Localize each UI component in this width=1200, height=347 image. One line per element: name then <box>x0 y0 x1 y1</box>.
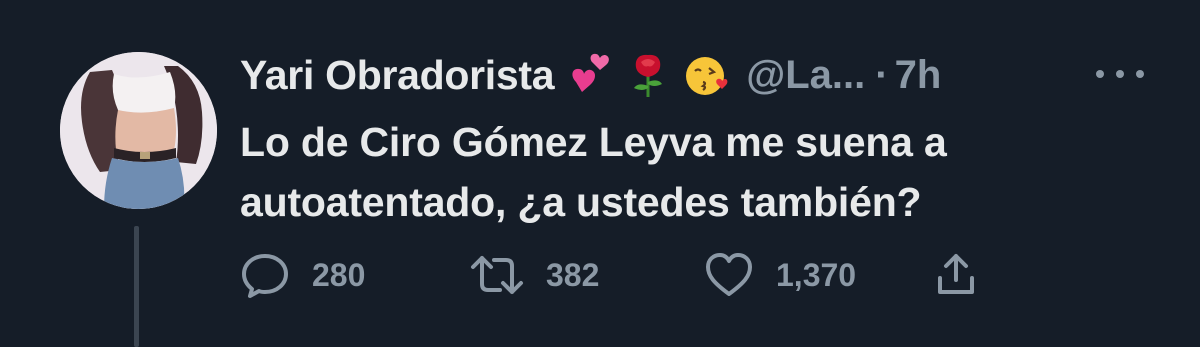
separator-dot: · <box>875 52 889 97</box>
thread-line <box>134 226 139 347</box>
tweet-text-line-1: Lo de Ciro Gómez Leyva me suena a <box>240 119 947 165</box>
reply-icon <box>242 254 288 298</box>
display-name[interactable]: Yari Obradorista <box>240 52 555 99</box>
avatar-image <box>60 52 217 209</box>
dot <box>1136 70 1144 78</box>
dot <box>1116 70 1124 78</box>
share-button[interactable] <box>936 252 976 298</box>
like-count: 1,370 <box>776 256 857 293</box>
share-icon <box>938 254 974 294</box>
tweet-header: Yari Obradorista @La... · 7h <box>240 48 941 102</box>
heart-icon <box>706 253 752 296</box>
tweet-text-line-2: autoatentado, ¿a ustedes también? <box>240 179 922 225</box>
tweet[interactable]: Yari Obradorista @La... · 7h Lo de Ciro … <box>0 0 1200 347</box>
tweet-text: Lo de Ciro Gómez Leyva me suena a autoat… <box>240 112 1140 232</box>
dot <box>1096 70 1104 78</box>
retweet-button[interactable]: 382 <box>470 252 704 298</box>
two-hearts-icon <box>568 52 612 98</box>
retweet-icon <box>471 256 523 294</box>
rose-icon <box>626 52 670 98</box>
reply-count: 280 <box>312 256 366 293</box>
avatar[interactable] <box>60 52 217 209</box>
timestamp[interactable]: 7h <box>895 53 942 98</box>
more-options-icon[interactable] <box>1096 62 1144 86</box>
reply-button[interactable]: 280 <box>240 252 470 298</box>
user-handle[interactable]: @La... <box>746 53 865 98</box>
retweet-count: 382 <box>546 256 600 293</box>
action-bar: 280 382 1,370 <box>240 248 976 302</box>
like-button[interactable]: 1,370 <box>704 252 936 298</box>
face-blowing-kiss-icon <box>684 52 728 98</box>
